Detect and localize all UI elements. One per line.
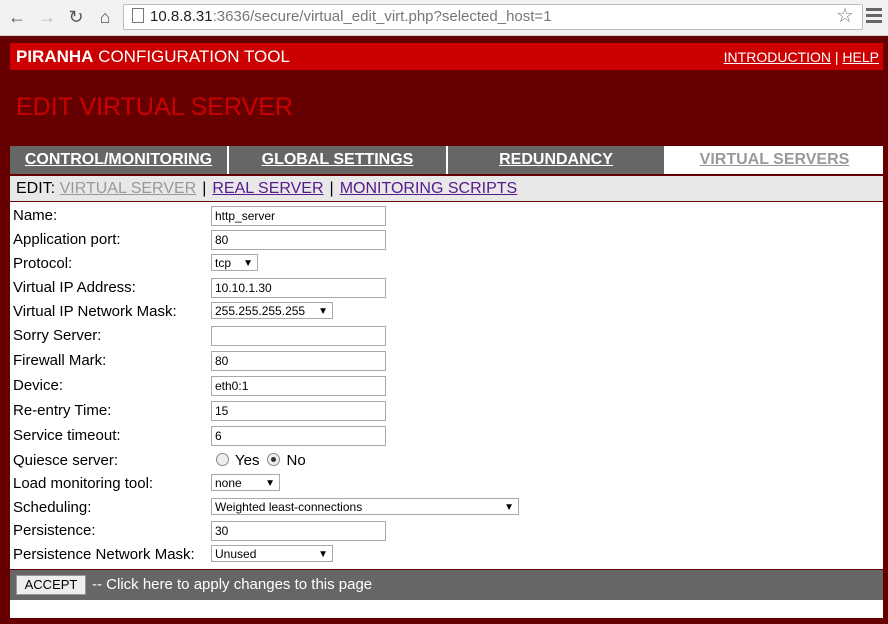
- protocol-select[interactable]: tcp ▼: [211, 254, 258, 271]
- row-vip-mask: Virtual IP Network Mask: 255.255.255.255…: [10, 299, 883, 323]
- quiesce-no-radio[interactable]: [267, 453, 281, 466]
- service-timeout-field[interactable]: 6: [211, 426, 386, 446]
- url-path: :3636/secure/virtual_edit_virt.php?selec…: [212, 8, 552, 25]
- persistence-field[interactable]: 30: [211, 521, 386, 541]
- dropdown-arrow-icon: ▼: [265, 478, 275, 489]
- row-load-tool: Load monitoring tool: none ▼: [10, 471, 883, 495]
- dropdown-arrow-icon: ▼: [243, 258, 253, 269]
- tab-redundancy[interactable]: REDUNDANCY: [448, 146, 666, 174]
- device-field[interactable]: eth0:1: [211, 376, 386, 396]
- app-port-field[interactable]: 80: [211, 230, 386, 250]
- app-title: PIRANHA CONFIGURATION TOOL: [16, 47, 290, 66]
- row-reentry: Re-entry Time: 15: [10, 398, 883, 422]
- help-link[interactable]: HELP: [842, 49, 879, 65]
- subnav-virtual-server[interactable]: VIRTUAL SERVER: [60, 180, 197, 197]
- accept-bar: ACCEPT -- Click here to apply changes to…: [10, 570, 883, 600]
- reentry-time-field[interactable]: 15: [211, 401, 386, 421]
- page-body: PIRANHA CONFIGURATION TOOL INTRODUCTION …: [0, 36, 888, 624]
- tab-virtual-servers[interactable]: VIRTUAL SERVERS: [666, 146, 883, 174]
- quiesce-yes-radio[interactable]: [216, 453, 229, 466]
- dropdown-arrow-icon: ▼: [318, 549, 328, 560]
- bookmark-star-icon[interactable]: ☆: [836, 5, 854, 27]
- menu-icon[interactable]: [866, 8, 882, 26]
- firewall-mark-field[interactable]: 80: [211, 351, 386, 371]
- row-timeout: Service timeout: 6: [10, 423, 883, 447]
- row-persist-mask: Persistence Network Mask: Unused ▼: [10, 542, 883, 566]
- reload-icon[interactable]: ↻: [65, 6, 87, 28]
- forward-icon[interactable]: →: [36, 6, 58, 28]
- quiesce-radio-group: Yes No: [216, 452, 314, 469]
- name-field[interactable]: http_server: [211, 206, 386, 226]
- row-quiesce: Quiesce server: Yes No: [10, 448, 883, 472]
- persistence-mask-select[interactable]: Unused ▼: [211, 545, 333, 562]
- vip-field[interactable]: 10.10.1.30: [211, 278, 386, 298]
- row-persistence: Persistence: 30: [10, 518, 883, 542]
- subnav-monitoring-scripts[interactable]: MONITORING SCRIPTS: [340, 180, 518, 197]
- address-bar[interactable]: 10.8.8.31:3636/secure/virtual_edit_virt.…: [123, 4, 863, 30]
- row-sorry-server: Sorry Server:: [10, 323, 883, 347]
- dropdown-arrow-icon: ▼: [504, 502, 514, 513]
- row-device: Device: eth0:1: [10, 373, 883, 397]
- row-app-port: Application port: 80: [10, 227, 883, 251]
- app-header: PIRANHA CONFIGURATION TOOL INTRODUCTION …: [10, 43, 883, 70]
- page-icon: [132, 8, 144, 23]
- tab-global-settings[interactable]: GLOBAL SETTINGS: [229, 146, 448, 174]
- footer-strip: [10, 600, 883, 618]
- virtual-server-form: Name: http_server Application port: 80 P…: [10, 202, 883, 569]
- vip-mask-select[interactable]: 255.255.255.255 ▼: [211, 302, 333, 319]
- dropdown-arrow-icon: ▼: [318, 306, 328, 317]
- home-icon[interactable]: ⌂: [94, 6, 116, 28]
- main-tabs: CONTROL/MONITORING GLOBAL SETTINGS REDUN…: [10, 146, 883, 174]
- subnav-real-server[interactable]: REAL SERVER: [212, 180, 323, 197]
- back-icon[interactable]: ←: [6, 6, 28, 28]
- sorry-server-field[interactable]: [211, 326, 386, 346]
- accept-hint: -- Click here to apply changes to this p…: [92, 576, 373, 593]
- page-title: EDIT VIRTUAL SERVER: [16, 93, 293, 121]
- introduction-link[interactable]: INTRODUCTION: [724, 49, 831, 65]
- browser-toolbar: ← → ↻ ⌂ 10.8.8.31:3636/secure/virtual_ed…: [0, 0, 888, 36]
- load-monitoring-select[interactable]: none ▼: [211, 474, 280, 491]
- accept-button[interactable]: ACCEPT: [16, 575, 86, 595]
- row-name: Name: http_server: [10, 203, 883, 227]
- scheduling-select[interactable]: Weighted least-connections ▼: [211, 498, 519, 515]
- row-firewall-mark: Firewall Mark: 80: [10, 348, 883, 372]
- edit-subnav: EDIT: VIRTUAL SERVER | REAL SERVER | MONITOR…: [10, 176, 883, 201]
- row-protocol: Protocol: tcp ▼: [10, 251, 883, 275]
- row-vip: Virtual IP Address: 10.10.1.30: [10, 275, 883, 299]
- row-scheduling: Scheduling: Weighted least-connections ▼: [10, 495, 883, 519]
- header-links: INTRODUCTION | HELP: [723, 49, 879, 65]
- url-host: 10.8.8.31: [150, 8, 213, 25]
- tab-control-monitoring[interactable]: CONTROL/MONITORING: [10, 146, 229, 174]
